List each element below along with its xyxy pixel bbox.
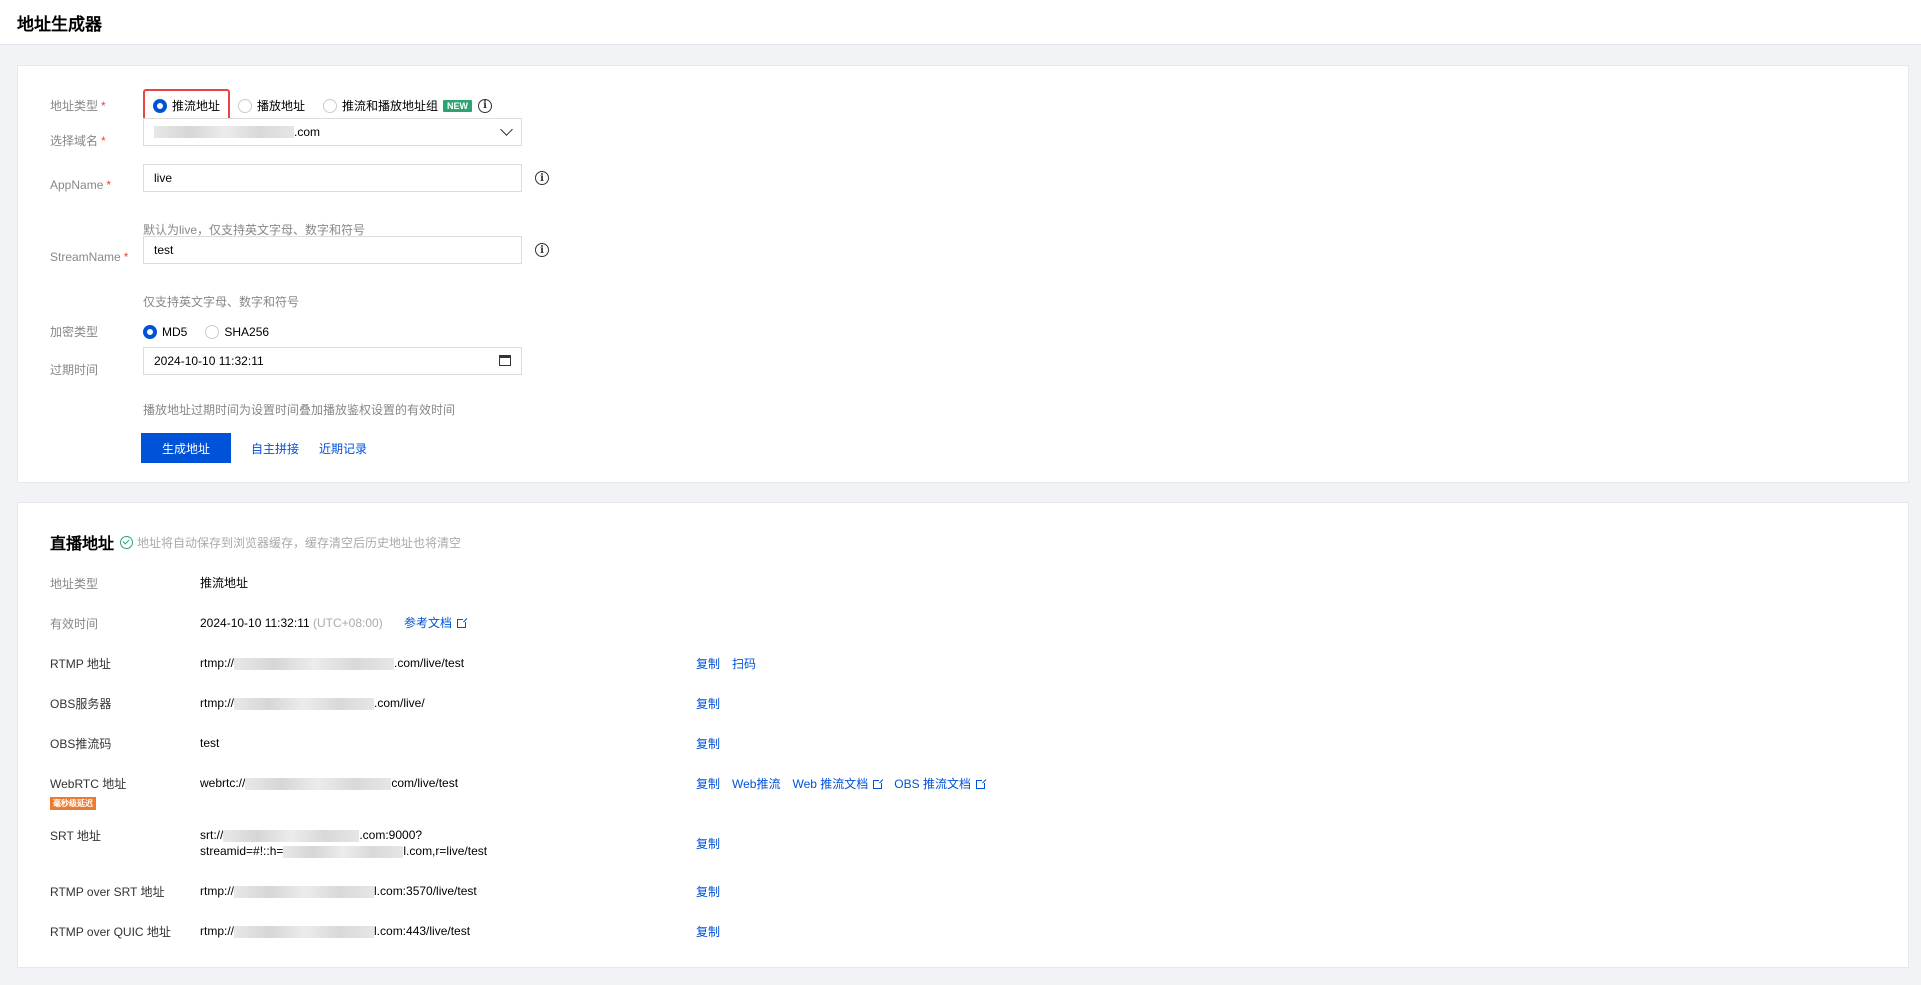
radio-dot xyxy=(323,98,338,113)
expire-datetime-input[interactable]: 2024-10-10 11:32:11 xyxy=(143,347,522,375)
expire-label: 过期时间 xyxy=(50,363,99,377)
expire-hint: 播放地址过期时间为设置时间叠加播放鉴权设置的有效时间 xyxy=(143,403,456,417)
radio-dot xyxy=(238,98,253,113)
expire-row: 过期时间 2024-10-10 11:32:11 xyxy=(50,347,522,378)
external-link-icon xyxy=(975,778,987,790)
web-push-link[interactable]: Web推流 xyxy=(732,775,780,792)
domain-select[interactable]: .com xyxy=(143,118,522,146)
streamname-input[interactable]: test xyxy=(143,236,522,264)
encrypt-row: 加密类型 MD5 SHA256 xyxy=(50,323,287,340)
radio-sha256[interactable]: SHA256 xyxy=(205,324,269,339)
streamname-row: StreamName * test i xyxy=(50,236,549,264)
streamname-label: StreamName xyxy=(50,250,121,264)
generator-form-card: 地址类型 * 推流地址 播放地址 推流和播放地址组 NEW i 选择域名 * .co… xyxy=(17,65,1909,483)
scan-qr-link[interactable]: 扫码 xyxy=(732,655,756,672)
low-latency-badge: 毫秒级延迟 xyxy=(50,797,96,810)
domain-label: 选择域名 xyxy=(50,134,99,148)
external-link-icon xyxy=(457,617,469,629)
required-mark: * xyxy=(101,99,106,113)
live-address-card: 直播地址 地址将自动保存到浏览器缓存，缓存清空后历史地址也将清空 地址类型 推流… xyxy=(17,502,1909,968)
obs-push-doc-link[interactable]: OBS 推流文档 xyxy=(894,775,987,792)
copy-webrtc-link[interactable]: 复制 xyxy=(696,775,720,792)
encrypt-label: 加密类型 xyxy=(50,325,99,339)
radio-md5[interactable]: MD5 xyxy=(143,324,187,339)
form-actions: 生成地址 自主拼接 近期记录 xyxy=(141,433,367,463)
info-icon[interactable]: i xyxy=(535,243,549,257)
generate-address-button[interactable]: 生成地址 xyxy=(141,433,231,463)
streamname-hint: 仅支持英文字母、数字和符号 xyxy=(143,295,300,309)
appname-row: AppName * live i xyxy=(50,164,549,192)
domain-row: 选择域名 * .com xyxy=(50,118,522,149)
copy-rtmp-over-quic-link[interactable]: 复制 xyxy=(696,923,720,940)
radio-push-and-play-group[interactable]: 推流和播放地址组 NEW xyxy=(323,97,473,114)
radio-dot xyxy=(153,98,167,113)
info-icon[interactable]: i xyxy=(478,98,493,113)
appname-label: AppName xyxy=(50,178,104,192)
result-title: 直播地址 xyxy=(50,536,115,553)
copy-rtmp-over-srt-link[interactable]: 复制 xyxy=(696,883,720,900)
radio-play-address[interactable]: 播放地址 xyxy=(238,97,305,114)
page-title: 地址生成器 xyxy=(17,14,102,34)
result-subtitle: 地址将自动保存到浏览器缓存，缓存清空后历史地址也将清空 xyxy=(137,535,462,550)
external-link-icon xyxy=(873,778,885,790)
result-header: 直播地址 地址将自动保存到浏览器缓存，缓存清空后历史地址也将清空 xyxy=(50,530,461,554)
appname-input[interactable]: live xyxy=(143,164,522,192)
reference-doc-link[interactable]: 参考文档 xyxy=(404,616,469,630)
addr-type-label: 地址类型 xyxy=(50,99,99,113)
copy-obs-key-link[interactable]: 复制 xyxy=(696,735,720,752)
recent-records-link[interactable]: 近期记录 xyxy=(319,440,367,457)
copy-obs-server-link[interactable]: 复制 xyxy=(696,695,720,712)
web-push-doc-link[interactable]: Web 推流文档 xyxy=(792,775,885,792)
encrypt-radio-group: MD5 SHA256 xyxy=(143,324,287,339)
new-badge: NEW xyxy=(443,99,473,112)
info-icon[interactable]: i xyxy=(535,171,549,185)
chevron-down-icon xyxy=(500,123,513,136)
custom-splice-link[interactable]: 自主拼接 xyxy=(251,440,299,457)
check-circle-icon xyxy=(120,535,134,549)
copy-rtmp-link[interactable]: 复制 xyxy=(696,655,720,672)
top-bar: 地址生成器 xyxy=(0,0,1921,45)
copy-srt-link[interactable]: 复制 xyxy=(696,835,720,852)
blurred-domain xyxy=(154,126,294,138)
calendar-icon xyxy=(499,355,511,366)
